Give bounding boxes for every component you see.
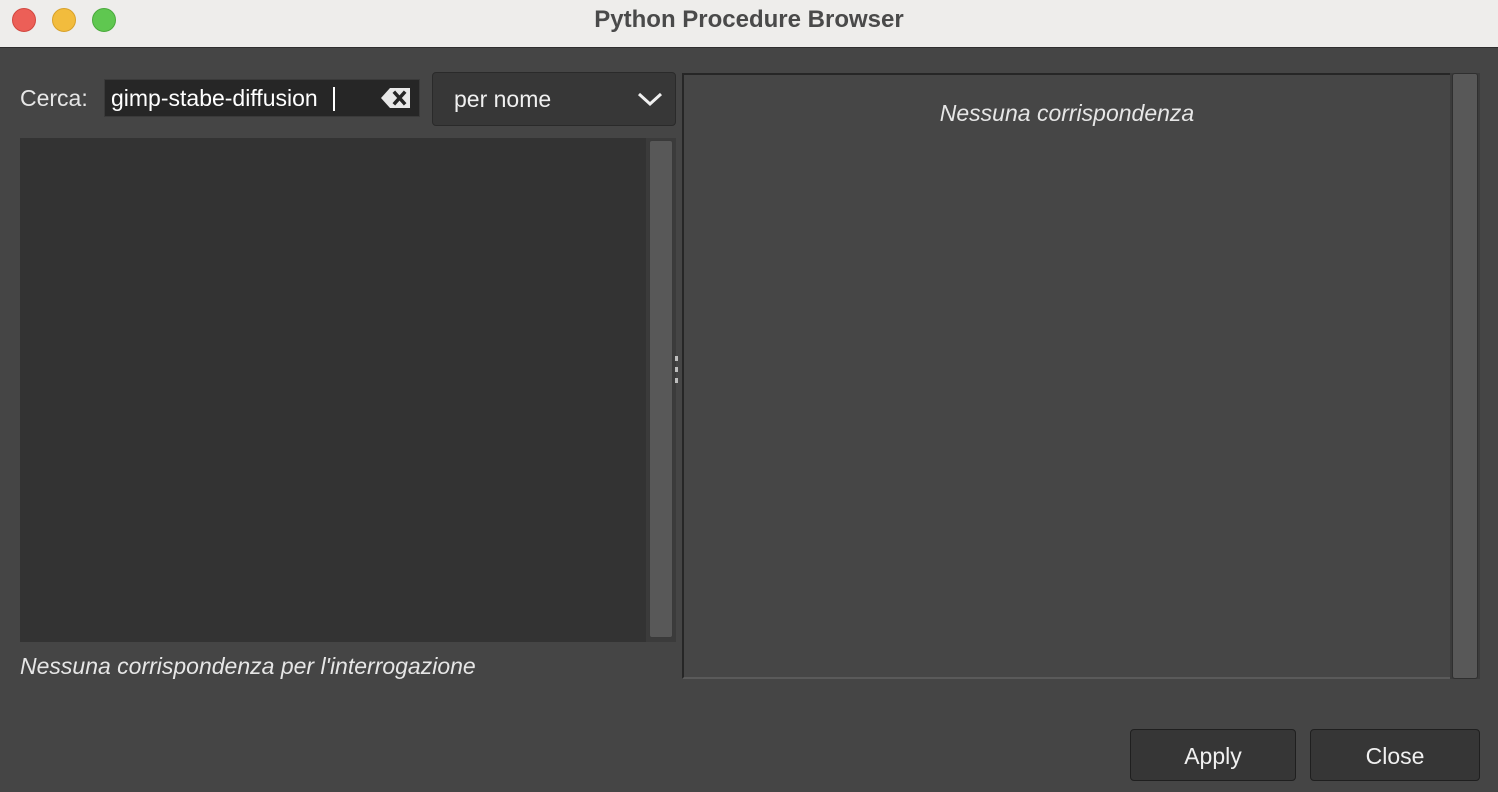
search-field[interactable] [104,79,420,117]
procedure-list[interactable] [20,138,646,642]
apply-button[interactable]: Apply [1130,729,1296,781]
window-title: Python Procedure Browser [594,6,904,33]
procedure-list-scrollbar[interactable] [646,138,676,642]
details-scrollbar[interactable] [1450,73,1480,679]
details-scroll-thumb[interactable] [1452,73,1478,679]
pane-resize-handle[interactable] [675,356,679,396]
text-caret [333,87,335,111]
details-empty-message: Nessuna corrispondenza [939,100,1195,126]
chevron-down-icon [637,92,663,107]
procedure-browser-window: Python Procedure Browser Cerca: per nome… [0,0,1498,792]
list-status-text: Nessuna corrispondenza per l'interrogazi… [20,653,476,679]
search-mode-dropdown[interactable]: per nome [432,72,676,126]
procedure-list-scroll-thumb[interactable] [649,140,673,638]
clear-text-icon[interactable] [380,87,412,109]
procedure-details-pane: Nessuna corrispondenza [682,73,1450,679]
search-mode-value: per nome [454,86,552,112]
search-label: Cerca: [20,85,88,111]
title-bar[interactable]: Python Procedure Browser [0,0,1498,48]
close-button[interactable]: Close [1310,729,1480,781]
